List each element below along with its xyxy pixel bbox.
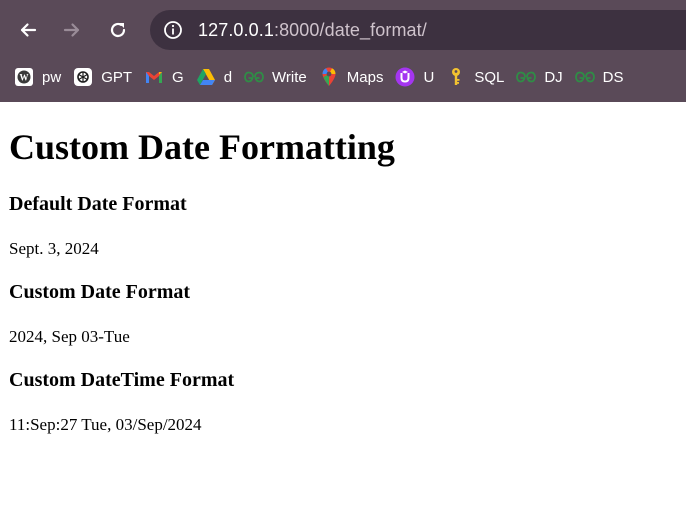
key-icon (446, 67, 466, 87)
gmail-icon (144, 67, 164, 87)
bookmark-label: Maps (346, 68, 384, 86)
bookmark-label: d (223, 68, 233, 86)
bookmark-label: G (172, 68, 184, 86)
bookmark-u[interactable]: U (395, 63, 434, 91)
arrow-left-icon (20, 23, 37, 37)
bookmark-label: pw (42, 68, 62, 86)
section-heading-custom-date: Custom Date Format (9, 281, 191, 303)
geeksforgeeks-icon (574, 67, 595, 87)
bookmark-label: Write (272, 68, 307, 86)
bookmark-pw[interactable]: W pw (14, 63, 61, 91)
section-heading-custom-datetime: Custom DateTime Format (9, 369, 235, 391)
bookmark-label: U (423, 68, 435, 86)
reload-button[interactable] (102, 14, 134, 46)
bookmark-label: DJ (544, 68, 563, 86)
section-heading-default-date: Default Date Format (9, 193, 187, 215)
address-bar[interactable]: 127.0.0.1:8000/date_format/ (150, 10, 686, 50)
info-icon (164, 21, 182, 39)
site-info-button[interactable] (162, 19, 184, 41)
arrow-right-icon (63, 23, 80, 37)
bookmark-dj[interactable]: DJ (516, 63, 563, 91)
bookmark-sql[interactable]: SQL (446, 63, 504, 91)
custom-datetime-value: 11:Sep:27 Tue, 03/Sep/2024 (9, 415, 202, 434)
custom-date-value: 2024, Sep 03-Tue (9, 327, 130, 346)
google-maps-icon (319, 67, 339, 87)
browser-toolbar: 127.0.0.1:8000/date_format/ (0, 0, 686, 60)
bookmark-label: SQL (474, 68, 505, 86)
google-drive-icon (196, 67, 216, 87)
u-app-icon (395, 67, 415, 87)
geeksforgeeks-icon (516, 67, 537, 87)
bookmark-drive[interactable]: d (196, 63, 232, 91)
browser-chrome: 127.0.0.1:8000/date_format/ W pw GPT G d… (0, 0, 686, 102)
url-text[interactable]: 127.0.0.1:8000/date_format/ (198, 20, 427, 41)
bookmark-write[interactable]: Write (244, 63, 307, 91)
bookmark-label: DS (602, 68, 624, 86)
url-path: :8000/date_format/ (273, 19, 427, 40)
page-content: Custom Date Formatting Default Date Form… (0, 102, 686, 528)
back-button[interactable] (12, 14, 44, 46)
svg-text:W: W (20, 73, 29, 83)
reload-icon (110, 22, 126, 38)
bookmark-ds[interactable]: DS (574, 63, 624, 91)
url-host: 127.0.0.1 (198, 19, 274, 40)
page-title: Custom Date Formatting (9, 127, 395, 167)
bookmark-label: GPT (101, 68, 133, 86)
bookmarks-bar: W pw GPT G d Write Maps U SQL DJ DS (0, 60, 686, 94)
wordpress-icon: W (14, 67, 34, 87)
bookmark-gmail[interactable]: G (144, 63, 184, 91)
forward-button[interactable] (56, 14, 88, 46)
openai-icon (73, 67, 93, 87)
geeksforgeeks-icon (244, 67, 264, 87)
bookmark-gpt[interactable]: GPT (73, 63, 132, 91)
bookmark-maps[interactable]: Maps (319, 63, 384, 91)
default-date-value: Sept. 3, 2024 (9, 239, 99, 258)
